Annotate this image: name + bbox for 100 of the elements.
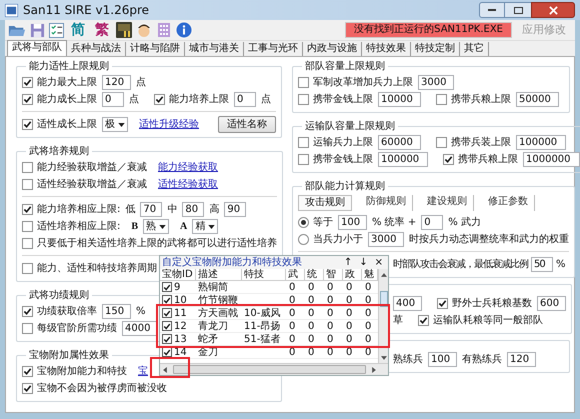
number-field[interactable]: 100000 [516,135,566,150]
number-field[interactable]: 600 [537,296,566,311]
radio-option[interactable]: 当兵力小于 [298,232,363,247]
link[interactable]: 适性升级经验 [139,117,199,132]
setting-checkbox[interactable]: 野外士兵耗粮基数 [437,296,532,311]
row-checkbox[interactable] [162,321,172,331]
setting-checkbox[interactable]: 军制改革增加兵力上限 [298,75,413,90]
dropdown[interactable]: 精 [192,219,218,234]
tab[interactable]: 特技定制 [411,42,460,56]
save-icon[interactable] [30,22,45,38]
setting-checkbox[interactable]: 能力成长上限 [22,92,97,107]
row-checkbox[interactable] [162,295,172,305]
script-button[interactable]: 繁 [92,21,112,39]
row-checkbox[interactable] [162,347,172,357]
setting-checkbox[interactable]: 宝物附加能力和特技 [22,364,127,379]
scroll-down-icon[interactable] [380,356,386,360]
scroll-right-icon[interactable] [372,366,376,372]
setting-checkbox[interactable]: 适性成长上限 [22,117,97,132]
setting-checkbox[interactable]: 运输队耗粮等同一般部队 [418,313,543,328]
number-field[interactable]: 70 [140,202,162,217]
tab[interactable]: 武将与部队 [7,40,67,56]
setting-checkbox[interactable]: 携带金钱上限 [298,152,373,167]
column-header[interactable]: 描述 [196,269,242,280]
tab[interactable]: 特技效果 [362,42,411,56]
avatar-icon[interactable] [136,22,152,38]
setting-checkbox[interactable]: 适性经验获取增益／衰减 [22,177,147,192]
tab[interactable]: 兵种与战法 [67,42,126,56]
scroll-thumb[interactable] [173,365,366,374]
dialog-control[interactable]: ↓ [359,256,368,270]
scroll-up-icon[interactable] [380,273,386,277]
game-icon[interactable] [116,22,132,38]
link[interactable]: 宝 [138,364,148,379]
column-header[interactable]: 智 [324,269,343,280]
info-icon[interactable] [176,22,192,38]
number-field[interactable]: 3000 [368,232,404,247]
dialog-control[interactable]: ↑ [344,256,352,270]
number-field[interactable]: 100 [338,215,367,230]
setting-checkbox[interactable]: 携带兵粮上限 [436,92,511,107]
link[interactable]: 适性经验获取 [158,177,218,192]
setting-checkbox[interactable]: 适性培养相应上限: [22,219,120,234]
number-field[interactable]: 90 [224,202,246,217]
maximize-button[interactable] [505,2,531,18]
scroll-left-icon[interactable] [163,366,167,372]
column-header[interactable]: 特技 [242,269,286,280]
rule-tab[interactable]: 防御规则 [360,195,413,211]
rule-tab[interactable]: 建设规则 [421,195,474,211]
number-field[interactable]: 400 [393,296,422,311]
number-field[interactable]: 100000 [378,152,428,167]
tab[interactable]: 计略与陷阱 [126,42,185,56]
tab[interactable]: 城市与港关 [185,42,244,56]
rule-tab[interactable]: 攻击规则 [298,195,352,211]
vertical-scrollbar[interactable] [378,269,388,363]
checklist-icon[interactable] [49,22,64,38]
setting-checkbox[interactable]: 运输兵力上限 [298,135,373,150]
script-button[interactable]: 简 [68,21,88,39]
number-field[interactable]: 0 [421,215,444,230]
column-header[interactable]: 政 [343,269,362,280]
tab[interactable]: 其它 [460,42,489,56]
radio-option[interactable]: 等于 [298,215,333,230]
setting-checkbox[interactable]: 只要低于相关适性培养上限的武将都可以进行适性培养 [22,236,277,251]
rule-tab[interactable]: 修正参数 [482,195,535,211]
row-checkbox[interactable] [162,334,172,344]
number-field[interactable]: 150 [102,304,131,319]
number-field[interactable]: 80 [182,202,204,217]
close-button[interactable] [531,2,575,18]
setting-checkbox[interactable]: 宝物不会因为被俘虏而被没收 [22,381,167,396]
setting-checkbox[interactable]: 能力最大上限 [22,75,97,90]
number-field[interactable]: 60000 [378,135,421,150]
setting-checkbox[interactable]: 能力、适性和特技培养周期 [22,261,157,276]
number-field[interactable]: 10000 [378,92,421,107]
number-field[interactable]: 3000 [418,75,454,90]
number-field[interactable]: 120 [102,75,131,90]
number-field[interactable]: 0 [234,92,256,107]
setting-checkbox[interactable]: 功绩获取倍率 [22,304,97,319]
number-field[interactable]: 50000 [516,92,559,107]
horizontal-scrollbar[interactable] [160,363,388,375]
dialog-control[interactable]: × [374,256,383,270]
number-field[interactable]: 100 [428,352,457,367]
number-field[interactable]: 4000 [122,321,158,336]
number-field[interactable]: 0 [102,92,124,107]
number-field[interactable]: 50 [531,257,553,272]
names-button[interactable]: 适性名称 [218,116,276,133]
tab[interactable]: 内政与设施 [303,42,362,56]
number-field[interactable]: 120 [507,352,536,367]
row-checkbox[interactable] [162,282,172,292]
row-checkbox[interactable] [162,308,172,318]
setting-checkbox[interactable]: 携带金钱上限 [298,92,373,107]
setting-checkbox[interactable]: 能力经验获取增益／衰减 [22,160,147,175]
dropdown[interactable]: 极 [102,117,128,132]
setting-checkbox[interactable]: 每级官阶所需功绩 [22,321,117,336]
minimize-button[interactable] [479,2,505,18]
setting-checkbox[interactable]: 能力培养相应上限: [22,202,120,217]
dropdown[interactable]: 熟 [143,219,170,234]
number-field[interactable]: 1000000 [523,152,580,167]
link[interactable]: 能力经验获取 [158,160,218,175]
setting-checkbox[interactable]: 携带兵装上限 [436,135,511,150]
tab[interactable]: 工事与光环 [244,42,303,56]
column-header[interactable]: 武 [286,269,305,280]
setting-checkbox[interactable]: 携带兵粮上限 [443,152,518,167]
setting-checkbox[interactable]: 能力培养上限 [154,92,229,107]
